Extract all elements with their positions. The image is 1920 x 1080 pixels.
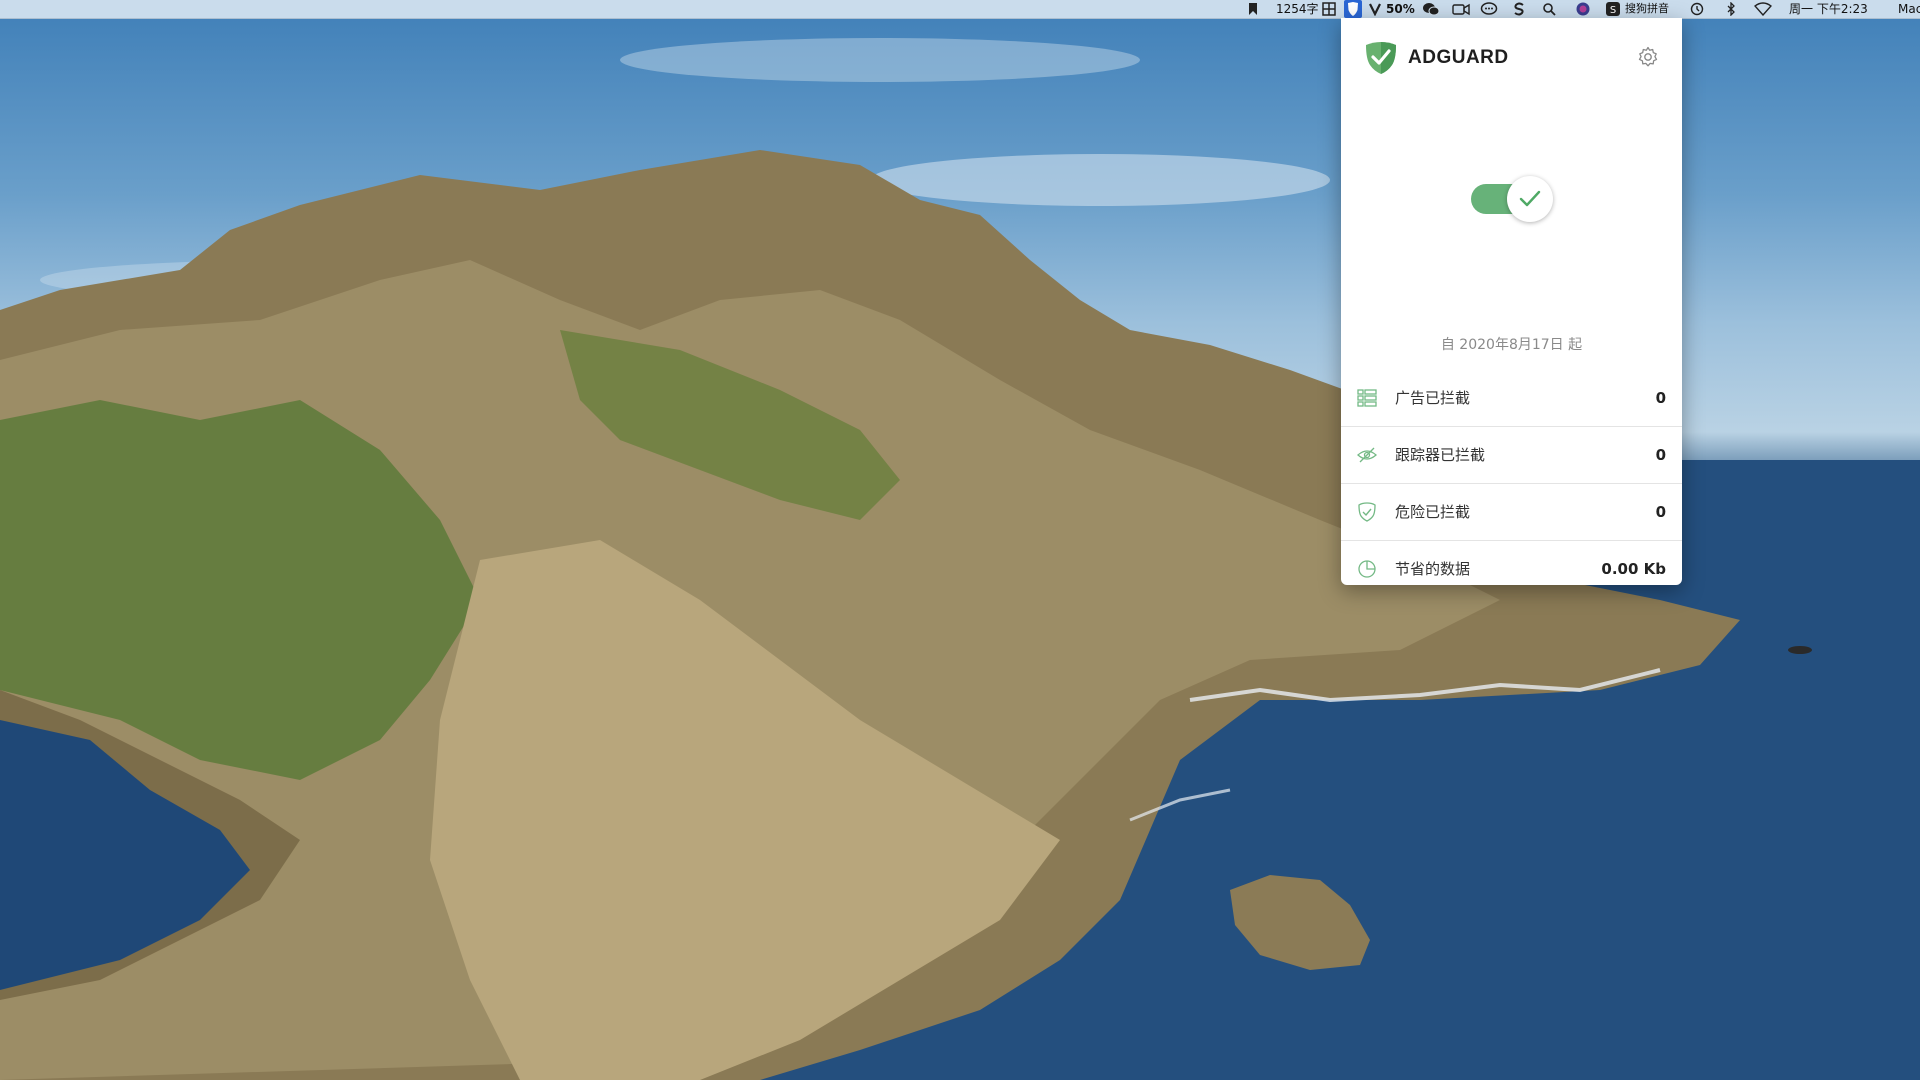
siri-icon[interactable] — [1576, 2, 1590, 16]
stat-value: 0 — [1655, 389, 1666, 407]
timemachine-icon[interactable] — [1690, 2, 1704, 16]
stat-value: 0 — [1655, 446, 1666, 464]
facetime-icon[interactable] — [1452, 2, 1470, 16]
pie-chart-icon — [1357, 559, 1377, 579]
menu-user[interactable]: Mac — [1898, 0, 1920, 18]
word-count[interactable]: 1254字 — [1276, 0, 1319, 18]
stat-row-data-saved: 节省的数据 0.00 Kb — [1341, 541, 1682, 597]
check-icon — [1519, 190, 1541, 207]
stat-row-threats: 危险已拦截 0 — [1341, 484, 1682, 541]
adguard-popover: ADGUARD 自 2020年8月17日 起 广告已拦截 0 跟踪器已拦截 0 … — [1341, 18, 1682, 585]
menu-clock[interactable]: 周一 下午2:23 — [1789, 0, 1868, 18]
bookmark-icon[interactable] — [1246, 2, 1260, 16]
stat-label: 节省的数据 — [1395, 560, 1471, 578]
stats-since-date: 自 2020年8月17日 起 — [1440, 337, 1583, 353]
tracker-eye-icon — [1357, 445, 1377, 465]
stat-value: 0 — [1655, 503, 1666, 521]
stats-list: 广告已拦截 0 跟踪器已拦截 0 危险已拦截 0 节省的数据 0.00 Kb — [1341, 370, 1682, 597]
grid-icon[interactable] — [1322, 2, 1336, 16]
messages-icon[interactable] — [1480, 2, 1498, 16]
wechat-icon[interactable] — [1422, 2, 1440, 16]
vpn-icon[interactable] — [1368, 2, 1382, 17]
s-app-icon[interactable] — [1512, 2, 1526, 16]
stat-label: 危险已拦截 — [1395, 503, 1471, 521]
adguard-menu-icon[interactable] — [1344, 0, 1362, 18]
menu-bar: 1254字 50% S 搜狗拼音 周一 下午2:23 Mac — [0, 0, 1920, 19]
ads-list-icon — [1357, 388, 1377, 408]
bluetooth-icon[interactable] — [1724, 1, 1738, 17]
ime-label[interactable]: 搜狗拼音 — [1625, 0, 1669, 18]
toggle-knob — [1507, 176, 1553, 222]
brand-title: ADGUARD — [1408, 47, 1509, 68]
protection-toggle[interactable] — [1471, 176, 1557, 226]
stat-label: 跟踪器已拦截 — [1395, 446, 1486, 464]
stat-row-ads: 广告已拦截 0 — [1341, 370, 1682, 427]
battery-percent[interactable]: 50% — [1386, 0, 1415, 18]
spotlight-icon[interactable] — [1542, 2, 1556, 16]
svg-text:S: S — [1610, 5, 1616, 16]
stat-label: 广告已拦截 — [1395, 389, 1471, 407]
stat-row-trackers: 跟踪器已拦截 0 — [1341, 427, 1682, 484]
sogou-icon[interactable]: S — [1606, 2, 1620, 16]
stat-value: 0.00 Kb — [1601, 560, 1666, 578]
settings-gear-icon[interactable] — [1636, 45, 1660, 69]
shield-check-icon — [1357, 502, 1377, 522]
adguard-logo-icon — [1365, 41, 1397, 75]
wifi-icon[interactable] — [1753, 2, 1773, 17]
